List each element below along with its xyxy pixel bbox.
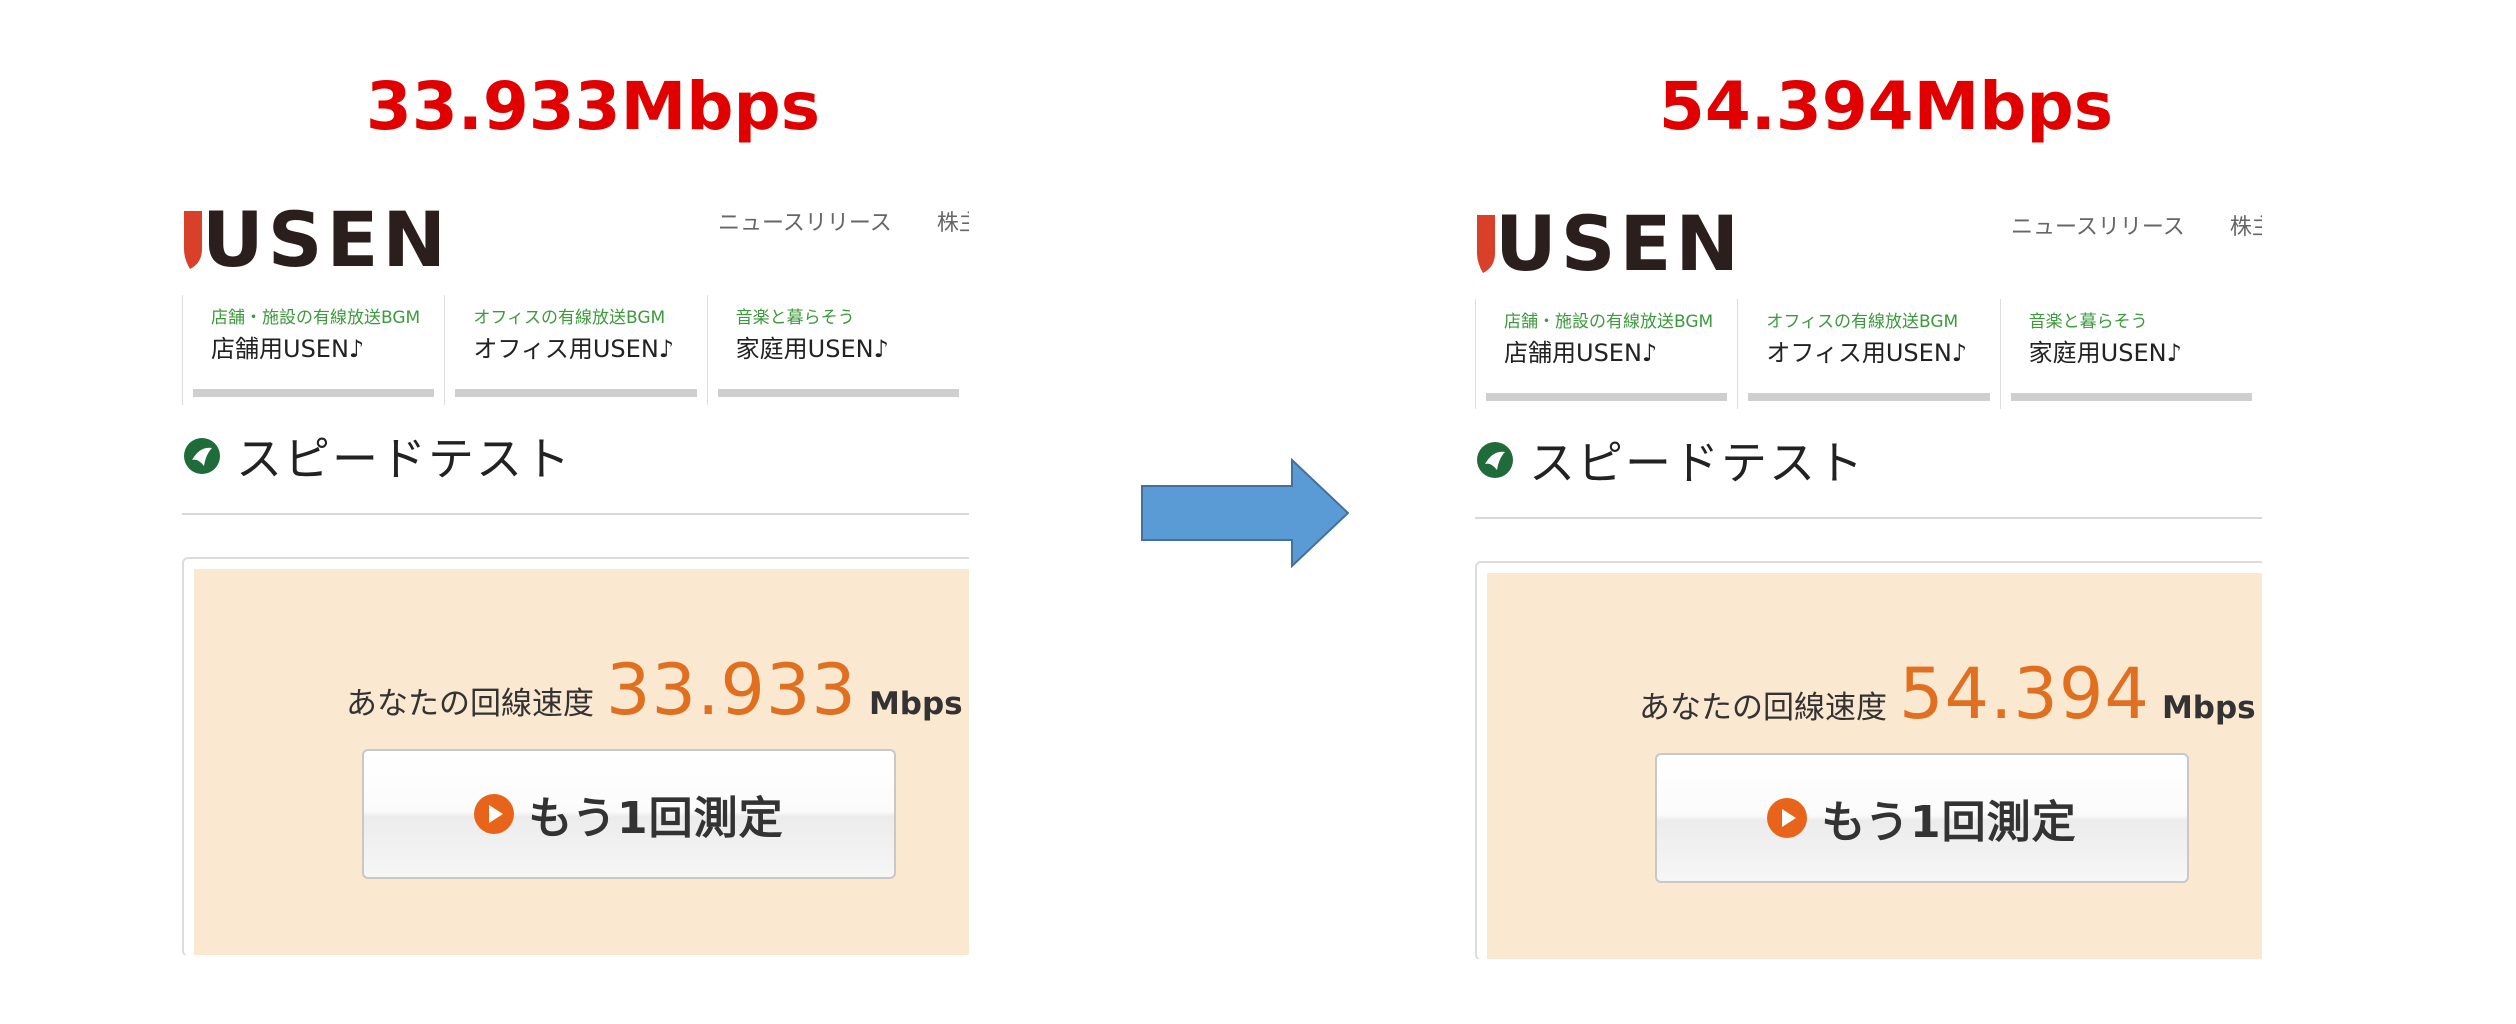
logo-accent-icon — [184, 211, 202, 269]
before-screenshot-panel: USEN ニュースリリース 株主 店舗・施設の有線放送BGM 店舗用USEN♪ … — [182, 195, 969, 955]
nav-item-label: オフィス用USEN♪ — [473, 335, 675, 363]
nav-item-store[interactable]: 店舗・施設の有線放送BGM 店舗用USEN♪ — [182, 295, 444, 405]
logo-text: USEN — [202, 195, 450, 284]
page-title: スピードテスト — [182, 423, 572, 489]
page-title-text: スピードテスト — [1529, 436, 1865, 490]
top-link-investor[interactable]: 株主 — [2230, 215, 2262, 240]
nav-underline — [455, 389, 697, 397]
logo-accent-icon — [1477, 215, 1495, 273]
after-speed-headline: 54.394Mbps — [1658, 68, 2114, 145]
speed-result-box: あなたの回線速度 54.394 Mbps もう1回測定 — [1475, 561, 2262, 959]
speed-result-box: あなたの回線速度 33.933 Mbps もう1回測定 — [182, 557, 969, 955]
usen-logo[interactable]: USEN — [182, 195, 450, 284]
nav-item-home[interactable]: 音楽と暮らそう 家庭用USEN♪ — [1999, 299, 2262, 409]
page-title: スピードテスト — [1475, 427, 1865, 493]
nav-item-sub: オフィスの有線放送BGM — [473, 308, 666, 328]
nav-item-sub: オフィスの有線放送BGM — [1766, 312, 1959, 332]
top-link-news[interactable]: ニュースリリース — [2011, 215, 2185, 240]
usen-logo[interactable]: USEN — [1475, 199, 1743, 288]
nav-underline — [1486, 393, 1728, 401]
nav-item-office[interactable]: オフィスの有線放送BGM オフィス用USEN♪ — [444, 295, 706, 405]
divider — [182, 513, 969, 515]
logo-text: USEN — [1495, 199, 1743, 288]
speed-label: あなたの回線速度 — [1639, 690, 1887, 726]
after-screenshot-panel: USEN ニュースリリース 株主 店舗・施設の有線放送BGM 店舗用USEN♪ … — [1475, 199, 2262, 959]
retest-button[interactable]: もう1回測定 — [362, 749, 896, 879]
main-nav: 店舗・施設の有線放送BGM 店舗用USEN♪ オフィスの有線放送BGM オフィス… — [1475, 299, 2262, 409]
nav-item-office[interactable]: オフィスの有線放送BGM オフィス用USEN♪ — [1737, 299, 1999, 409]
top-link-news[interactable]: ニュースリリース — [718, 211, 892, 236]
retest-button-label: もう1回測定 — [1821, 797, 2077, 848]
divider — [1475, 517, 2262, 519]
nav-item-sub: 店舗・施設の有線放送BGM — [211, 308, 421, 328]
top-link-investor[interactable]: 株主 — [937, 211, 969, 236]
speed-result-inner: あなたの回線速度 54.394 Mbps もう1回測定 — [1487, 573, 2262, 959]
speed-unit: Mbps — [868, 686, 963, 722]
nav-item-label: 店舗用USEN♪ — [1504, 339, 1658, 367]
nav-underline — [717, 389, 959, 397]
play-circle-icon — [474, 794, 515, 834]
right-arrow-icon — [1141, 458, 1350, 568]
nav-item-sub: 音楽と暮らそう — [2028, 312, 2148, 332]
nav-item-sub: 音楽と暮らそう — [735, 308, 855, 328]
nav-item-home[interactable]: 音楽と暮らそう 家庭用USEN♪ — [706, 295, 969, 405]
speed-result-inner: あなたの回線速度 33.933 Mbps もう1回測定 — [194, 569, 969, 955]
top-links: ニュースリリース 株主 — [718, 205, 969, 237]
speed-readout: あなたの回線速度 54.394 Mbps — [1639, 653, 2256, 735]
speed-unit: Mbps — [2161, 690, 2256, 726]
nav-item-sub: 店舗・施設の有線放送BGM — [1504, 312, 1714, 332]
retest-button[interactable]: もう1回測定 — [1655, 753, 2189, 883]
nav-underline — [2010, 393, 2252, 401]
play-circle-icon — [1767, 798, 1808, 838]
usen-leaf-icon — [184, 438, 220, 474]
speed-value: 33.933 — [606, 649, 857, 731]
nav-underline — [1748, 393, 1990, 401]
nav-item-label: オフィス用USEN♪ — [1766, 339, 1968, 367]
nav-underline — [193, 389, 435, 397]
page-title-text: スピードテスト — [236, 432, 572, 486]
nav-item-label: 家庭用USEN♪ — [735, 335, 889, 363]
nav-item-label: 店舗用USEN♪ — [211, 335, 365, 363]
nav-item-store[interactable]: 店舗・施設の有線放送BGM 店舗用USEN♪ — [1475, 299, 1737, 409]
speed-value: 54.394 — [1899, 653, 2150, 735]
speed-readout: あなたの回線速度 33.933 Mbps — [346, 649, 963, 731]
main-nav: 店舗・施設の有線放送BGM 店舗用USEN♪ オフィスの有線放送BGM オフィス… — [182, 295, 969, 405]
nav-item-label: 家庭用USEN♪ — [2028, 339, 2182, 367]
usen-leaf-icon — [1477, 442, 1513, 478]
before-speed-headline: 33.933Mbps — [365, 68, 821, 145]
top-links: ニュースリリース 株主 — [2011, 209, 2262, 241]
retest-button-label: もう1回測定 — [528, 793, 784, 844]
speed-label: あなたの回線速度 — [346, 686, 594, 722]
